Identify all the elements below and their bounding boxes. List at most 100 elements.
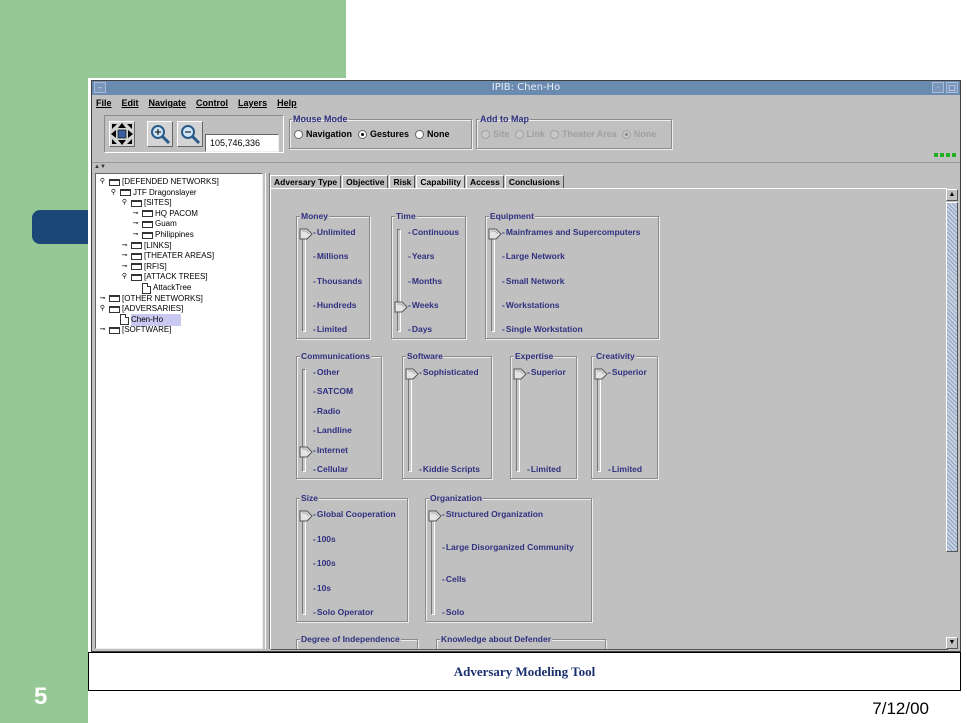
zoom-out-icon[interactable] [177,121,203,147]
add-theater-area-option: Theater Area [550,129,617,139]
slider-track[interactable] [431,511,435,615]
coordinate-field[interactable]: 105,746,336 [205,134,279,152]
slider-track[interactable] [397,229,401,332]
slider-thumb[interactable] [488,228,502,240]
slider-track[interactable] [302,229,306,332]
group-title: Money [300,211,329,221]
slider-thumb[interactable] [394,301,408,313]
slider-tick-label: SATCOM [313,386,353,396]
mouse-mode-navigation[interactable]: Navigation [294,129,352,139]
scroll-down-icon[interactable]: ▼ [946,637,958,649]
slider-tick-label: Mainframes and Supercomputers [502,227,641,237]
slider-thumb[interactable] [428,510,442,522]
scroll-up-icon[interactable]: ▲ [946,189,958,201]
tree-node[interactable]: ⊸ [SOFTWARE] [98,324,172,336]
capability-group-communications: Communications Other SATCOM Radio Landline In… [296,351,382,479]
pan-arrows-icon[interactable] [109,121,135,147]
maximize-icon[interactable]: □ [946,82,958,93]
menu-navigate[interactable]: Navigate [149,95,187,111]
radio-icon [481,129,490,139]
mouse-mode-none[interactable]: None [415,129,450,139]
expanded-handle-icon[interactable]: ⚲ [120,197,129,209]
capability-group-equipment: Equipment Mainframes and Supercomputers La… [485,211,659,339]
slider-tick-label: Months [408,276,442,286]
tab-access[interactable]: Access [466,175,504,188]
expanded-handle-icon[interactable]: ⚲ [98,303,107,315]
slide-top-band [88,0,346,78]
menu-edit[interactable]: Edit [122,95,139,111]
slider-tick-label: 10s [313,583,331,593]
add-site-option: Site [481,129,510,139]
radio-icon [294,129,303,139]
expanded-handle-icon[interactable]: ⚲ [120,271,129,283]
slide-number: 5 [34,683,48,710]
zoom-in-icon[interactable] [147,121,173,147]
menu-bar: File Edit Navigate Control Layers Help [92,95,960,111]
slider-thumb[interactable] [299,510,313,522]
caption-box: Adversary Modeling Tool [88,652,961,691]
group-title: Organization [429,493,483,503]
menu-file[interactable]: File [96,95,112,111]
menu-control[interactable]: Control [196,95,228,111]
expanded-handle-icon[interactable]: ⚲ [98,176,107,188]
folder-icon [109,305,120,313]
collapsed-handle-icon[interactable]: ⊸ [98,324,107,336]
window-titlebar: – IPIB: Chen-Ho · □ [92,81,960,95]
slider-thumb[interactable] [513,368,527,380]
slider-thumb[interactable] [299,446,313,458]
slider-thumb[interactable] [405,368,419,380]
capability-group-creativity: Creativity Superior Limited [591,351,658,479]
collapse-arrows-icon[interactable]: ▲▼ [92,163,960,171]
slider-track[interactable] [491,229,495,332]
slider-track[interactable] [597,369,601,472]
menu-help[interactable]: Help [277,95,297,111]
slider-track[interactable] [408,369,412,472]
slider-track[interactable] [516,369,520,472]
folder-icon [109,295,120,303]
expanded-handle-icon[interactable]: ⚲ [109,187,118,199]
slide-marker-tab [32,210,88,244]
slider-track[interactable] [302,511,306,615]
mouse-mode-gestures[interactable]: Gestures [358,129,409,139]
slider-tick-label: 100s [313,534,336,544]
slider-tick-label: Unlimited [313,227,356,237]
slider-tick-label: Days [408,324,432,334]
scroll-thumb[interactable] [946,202,958,552]
capability-group-money: Money Unlimited Millions Thousands Hundreds L… [296,211,370,339]
slider-thumb[interactable] [594,368,608,380]
tab-capability[interactable]: Capability [416,175,466,188]
tab-conclusions[interactable]: Conclusions [504,175,564,188]
group-title: Knowledge about Defender [440,634,553,644]
vertical-scrollbar[interactable]: ▲ ▼ [946,189,958,649]
tab-adversary-type[interactable]: Adversary Type [270,175,342,188]
tab-bar: Adversary Type Objective Risk Capability… [270,175,565,188]
folder-icon [131,273,142,281]
window-menu-icon[interactable]: – [94,82,106,93]
group-title: Communications [300,351,371,361]
tab-risk[interactable]: Risk [389,175,416,188]
slider-tick-label: Sophisticated [419,367,479,377]
add-none-option: None [621,129,656,139]
folder-icon [142,220,153,228]
menu-layers[interactable]: Layers [238,95,267,111]
slider-tick-label: Kiddie Scripts [419,464,480,474]
slide-side-band [0,0,88,723]
slider-tick-label: Large Network [502,251,565,261]
capability-group-size: Size Global Cooperation 100s 100s 10s Solo Op… [296,493,408,622]
folder-icon [131,199,142,207]
capability-group-software: Software Sophisticated Kiddie Scripts [402,351,492,479]
folder-icon [142,210,153,218]
group-title: Equipment [489,211,535,221]
folder-icon [131,252,142,260]
slider-tick-label: Solo [442,607,464,617]
slider-thumb[interactable] [299,228,313,240]
capability-group-degree-of-independence: Degree of Independence [296,634,418,649]
slider-tick-label: Superior [527,367,566,377]
group-title: Size [300,493,320,503]
tree-node-label: [SOFTWARE] [122,325,172,335]
minimize-icon[interactable]: · [932,82,944,93]
tab-objective[interactable]: Objective [342,175,389,188]
capability-group-knowledge-about-defender: Knowledge about Defender [436,634,606,649]
mouse-mode-group: Mouse Mode Navigation Gestures None [289,114,472,149]
slider-tick-label: Continuous [408,227,459,237]
